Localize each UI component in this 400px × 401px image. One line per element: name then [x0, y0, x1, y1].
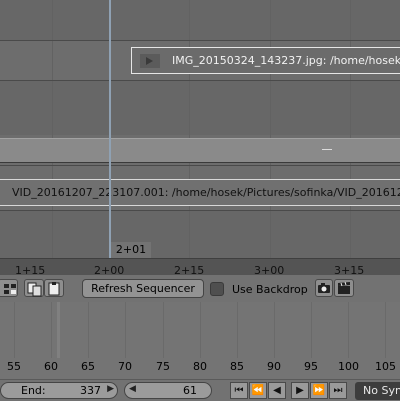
frame-number: 70 [118, 360, 132, 373]
jump-next-keyframe-icon[interactable]: ⏩ [310, 382, 328, 399]
sequencer-area[interactable]: IMG_20150324_143237.jpg: /home/hosek/Pic… [0, 0, 400, 258]
current-frame-field[interactable]: ◀ 61 [124, 382, 212, 399]
playback-bar: End: 337 ▶ ◀ 61 ⏮ ⏪ ◀ ▶ ⏩ ⏭ No Sync [0, 379, 400, 401]
sequencer-header: Refresh Sequencer Use Backdrop [0, 275, 400, 303]
timeline-frame-cursor[interactable] [57, 302, 60, 358]
jump-end-icon[interactable]: ⏭ [329, 382, 347, 399]
channel-divider [0, 40, 400, 41]
jump-start-icon[interactable]: ⏮ [230, 382, 248, 399]
playhead[interactable] [109, 0, 111, 262]
camera-icon[interactable] [315, 279, 333, 297]
image-strip-label: IMG_20150324_143237.jpg: /home/hosek/Pic… [172, 54, 400, 67]
jump-prev-keyframe-icon[interactable]: ⏪ [249, 382, 267, 399]
grid-line [163, 302, 164, 358]
channel-divider [0, 210, 400, 211]
grid-line [385, 302, 386, 358]
grid-line [311, 302, 312, 358]
channel-divider [0, 165, 400, 166]
current-frame-value: 61 [183, 384, 197, 397]
time-ruler[interactable]: 1+15 2+00 2+15 3+00 3+15 [0, 258, 400, 277]
frame-number: 95 [304, 360, 318, 373]
grid-line [125, 302, 126, 358]
frame-number: 60 [44, 360, 58, 373]
play-reverse-icon[interactable]: ◀ [268, 382, 286, 399]
channel-band [0, 80, 400, 135]
use-backdrop-label: Use Backdrop [232, 283, 308, 296]
copy-icon[interactable] [24, 279, 44, 297]
increment-arrow-icon[interactable]: ▶ [107, 384, 114, 394]
grid-line [350, 0, 351, 258]
channel-divider [0, 80, 400, 81]
strip-marker-icon [322, 149, 332, 150]
grid-line [88, 302, 89, 358]
movie-strip-label: VID_20161207_223107.001: /home/hosek/Pic… [12, 186, 400, 199]
end-frame-label: End: [21, 384, 46, 397]
clapperboard-icon[interactable] [334, 279, 354, 297]
grid-line [52, 0, 53, 258]
frame-number: 105 [375, 360, 396, 373]
frame-number: 90 [267, 360, 281, 373]
timeline-numbers: 55 60 65 70 75 80 85 90 95 100 105 [0, 360, 400, 378]
frame-number: 65 [81, 360, 95, 373]
end-frame-value: 337 [80, 384, 101, 397]
play-triangle-icon [146, 57, 153, 65]
grid-line [200, 302, 201, 358]
use-backdrop-checkbox[interactable] [210, 282, 224, 296]
channel-band [0, 210, 400, 258]
grid-line [189, 0, 190, 258]
decrement-arrow-icon[interactable]: ◀ [129, 384, 136, 394]
image-strip[interactable]: IMG_20150324_143237.jpg: /home/hosek/Pic… [131, 47, 400, 74]
frame-number: 80 [193, 360, 207, 373]
sound-strip[interactable] [0, 138, 400, 163]
sync-mode-dropdown[interactable]: No Sync [355, 382, 400, 400]
grid-line [51, 302, 52, 358]
refresh-sequencer-button[interactable]: Refresh Sequencer [82, 279, 204, 298]
movie-strip[interactable]: VID_20161207_223107.001: /home/hosek/Pic… [0, 179, 400, 206]
view-type-icon[interactable] [0, 279, 18, 297]
end-frame-field[interactable]: End: 337 ▶ [0, 382, 118, 399]
playhead-label: 2+01 [111, 242, 151, 258]
grid-line [348, 302, 349, 358]
grid-line [274, 302, 275, 358]
paste-icon[interactable] [44, 279, 64, 297]
timeline[interactable]: 55 60 65 70 75 80 85 90 95 100 105 [0, 302, 400, 379]
frame-number: 55 [7, 360, 21, 373]
frame-number: 85 [230, 360, 244, 373]
play-icon[interactable]: ▶ [291, 382, 309, 399]
grid-line [270, 0, 271, 258]
channel-band [0, 0, 400, 40]
frame-number: 75 [156, 360, 170, 373]
frame-number: 100 [338, 360, 359, 373]
grid-line [237, 302, 238, 358]
grid-line [14, 302, 15, 358]
